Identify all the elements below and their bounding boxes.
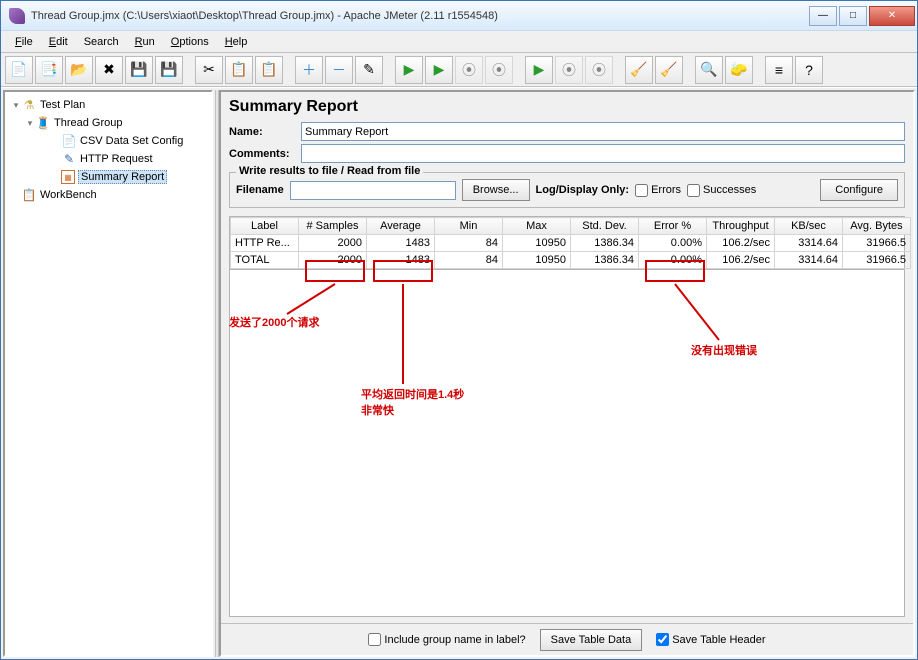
toggle-button[interactable]: ✎ (355, 56, 383, 84)
help-button-tb[interactable]: ? (795, 56, 823, 84)
tree-testplan[interactable]: ▾⚗Test Plan (7, 96, 209, 114)
remote-start-all-button[interactable]: ⦿ (555, 56, 583, 84)
clear-button[interactable]: 🧹 (625, 56, 653, 84)
collapse-button[interactable]: － (325, 56, 353, 84)
successes-checkbox[interactable]: Successes (687, 184, 756, 197)
menu-options[interactable]: Options (163, 34, 217, 50)
fn-helper-button[interactable]: ≡ (765, 56, 793, 84)
bottom-bar: Include group name in label? Save Table … (221, 623, 913, 655)
name-input[interactable] (301, 122, 905, 141)
close-button-tb[interactable]: ✖ (95, 56, 123, 84)
stop-button[interactable]: ⦿ (455, 56, 483, 84)
reset-search-button[interactable]: 🧽 (725, 56, 753, 84)
start-notimers-button[interactable]: ▶ (425, 56, 453, 84)
browse-button[interactable]: Browse... (462, 179, 530, 201)
templates-button[interactable]: 📑 (35, 56, 63, 84)
close-button[interactable]: ✕ (869, 6, 915, 26)
tree-http[interactable]: ✎HTTP Request (7, 150, 209, 168)
page-title: Summary Report (229, 98, 905, 116)
tree-summary[interactable]: ▦Summary Report (7, 168, 209, 186)
csv-icon: 📄 (61, 133, 77, 149)
minimize-button[interactable]: — (809, 6, 837, 26)
file-group-title: Write results to file / Read from file (236, 165, 423, 177)
errors-checkbox[interactable]: Errors (635, 184, 681, 197)
maximize-button[interactable]: □ (839, 6, 867, 26)
menu-run[interactable]: Run (127, 34, 163, 50)
expand-button[interactable]: ＋ (295, 56, 323, 84)
summary-icon: ▦ (61, 170, 75, 184)
file-group: Write results to file / Read from file F… (229, 172, 905, 208)
main-area: ▾⚗Test Plan ▾🧵Thread Group 📄CSV Data Set… (1, 87, 917, 659)
shutdown-button[interactable]: ⦿ (485, 56, 513, 84)
th-std[interactable]: Std. Dev. (571, 218, 639, 235)
remote-start-button[interactable]: ▶ (525, 56, 553, 84)
search-button-tb[interactable]: 🔍 (695, 56, 723, 84)
thread-icon: 🧵 (35, 115, 51, 131)
logdisplay-label: Log/Display Only: (536, 184, 630, 196)
tree-pane[interactable]: ▾⚗Test Plan ▾🧵Thread Group 📄CSV Data Set… (3, 90, 213, 657)
toolbar: 📄 📑 📂 ✖ 💾 💾 ✂ 📋 📋 ＋ － ✎ ▶ ▶ ⦿ ⦿ ▶ ⦿ ⦿ 🧹 … (1, 53, 917, 87)
tree-workbench[interactable]: ▾📋WorkBench (7, 186, 209, 204)
open-button[interactable]: 📂 (65, 56, 93, 84)
comments-label: Comments: (229, 148, 301, 160)
configure-button[interactable]: Configure (820, 179, 898, 201)
th-average[interactable]: Average (367, 218, 435, 235)
tree-csv[interactable]: 📄CSV Data Set Config (7, 132, 209, 150)
content-pane: Summary Report Name: Comments: Write res… (219, 90, 915, 657)
workbench-icon: 📋 (21, 187, 37, 203)
cut-button[interactable]: ✂ (195, 56, 223, 84)
app-window: Thread Group.jmx (C:\Users\xiaot\Desktop… (0, 0, 918, 660)
th-avgbytes[interactable]: Avg. Bytes (843, 218, 911, 235)
save-as-button[interactable]: 💾 (155, 56, 183, 84)
results-table[interactable]: Label # Samples Average Min Max Std. Dev… (229, 216, 905, 270)
save-table-button[interactable]: Save Table Data (540, 629, 643, 651)
table-row[interactable]: TOTAL2000148384109501386.340.00%106.2/se… (231, 252, 911, 269)
start-button[interactable]: ▶ (395, 56, 423, 84)
menu-edit[interactable]: Edit (41, 34, 76, 50)
th-throughput[interactable]: Throughput (707, 218, 775, 235)
table-header-row: Label # Samples Average Min Max Std. Dev… (231, 218, 911, 235)
http-icon: ✎ (61, 151, 77, 167)
new-button[interactable]: 📄 (5, 56, 33, 84)
save-header-checkbox[interactable]: Save Table Header (656, 633, 765, 646)
remote-stop-button[interactable]: ⦿ (585, 56, 613, 84)
comments-input[interactable] (301, 144, 905, 163)
save-button[interactable]: 💾 (125, 56, 153, 84)
th-max[interactable]: Max (503, 218, 571, 235)
titlebar[interactable]: Thread Group.jmx (C:\Users\xiaot\Desktop… (1, 1, 917, 31)
paste-button[interactable]: 📋 (255, 56, 283, 84)
th-kbsec[interactable]: KB/sec (775, 218, 843, 235)
window-title: Thread Group.jmx (C:\Users\xiaot\Desktop… (31, 10, 807, 22)
menu-search[interactable]: Search (76, 34, 127, 50)
clear-all-button[interactable]: 🧹 (655, 56, 683, 84)
menubar: File Edit Search Run Options Help (1, 31, 917, 53)
flask-icon: ⚗ (21, 97, 37, 113)
copy-button[interactable]: 📋 (225, 56, 253, 84)
table-row[interactable]: HTTP Re...2000148384109501386.340.00%106… (231, 235, 911, 252)
menu-help[interactable]: Help (217, 34, 256, 50)
app-icon (9, 8, 25, 24)
filename-input[interactable] (290, 181, 456, 200)
table-empty-area (229, 270, 905, 617)
th-label[interactable]: Label (231, 218, 299, 235)
th-min[interactable]: Min (435, 218, 503, 235)
name-label: Name: (229, 126, 301, 138)
menu-file[interactable]: File (7, 34, 41, 50)
include-group-checkbox[interactable]: Include group name in label? (368, 633, 525, 646)
tree-threadgroup[interactable]: ▾🧵Thread Group (7, 114, 209, 132)
th-error[interactable]: Error % (639, 218, 707, 235)
filename-label: Filename (236, 184, 284, 196)
th-samples[interactable]: # Samples (299, 218, 367, 235)
